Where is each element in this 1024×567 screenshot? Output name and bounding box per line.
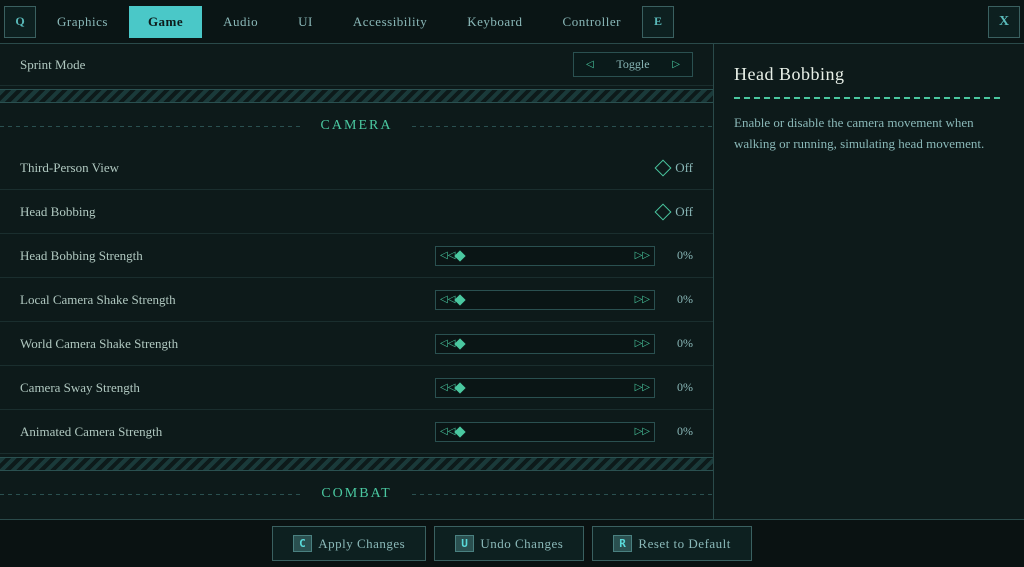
sprint-mode-row: Sprint Mode ◁ Toggle ▷ bbox=[0, 44, 713, 86]
local-camera-shake-value: 0% bbox=[663, 292, 693, 307]
animated-camera-label: Animated Camera Strength bbox=[20, 424, 435, 440]
info-description: Enable or disable the camera movement wh… bbox=[734, 113, 1004, 155]
tab-audio[interactable]: Audio bbox=[204, 6, 277, 38]
tab-game[interactable]: Game bbox=[129, 6, 202, 38]
apply-label: Apply Changes bbox=[318, 536, 405, 552]
toggle-right-arrow: ▷ bbox=[672, 59, 680, 70]
diamond-icon bbox=[655, 159, 672, 176]
slider-thumb-5 bbox=[454, 426, 465, 437]
animated-camera-slider[interactable]: ◁◁ ▷▷ bbox=[435, 422, 655, 442]
diamond-icon-2 bbox=[655, 203, 672, 220]
apply-key: C bbox=[293, 535, 312, 552]
toggle-left-arrow: ◁ bbox=[586, 59, 594, 70]
tab-graphics[interactable]: Graphics bbox=[38, 6, 127, 38]
slider-thumb-2 bbox=[454, 294, 465, 305]
world-camera-shake-control[interactable]: ◁◁ ▷▷ 0% bbox=[435, 334, 693, 354]
tab-controller[interactable]: Controller bbox=[544, 6, 640, 38]
local-camera-shake-row[interactable]: Local Camera Shake Strength ◁◁ ▷▷ 0% bbox=[0, 278, 713, 322]
third-person-view-value: Off bbox=[675, 160, 693, 176]
slider-thumb-3 bbox=[454, 338, 465, 349]
head-bobbing-row[interactable]: Head Bobbing Off bbox=[0, 190, 713, 234]
slider-right-arrows-2: ▷▷ bbox=[635, 294, 650, 305]
local-camera-shake-control[interactable]: ◁◁ ▷▷ 0% bbox=[435, 290, 693, 310]
main-layout: Sprint Mode ◁ Toggle ▷ Camera Third-Pers… bbox=[0, 44, 1024, 519]
local-camera-shake-label: Local Camera Shake Strength bbox=[20, 292, 435, 308]
head-bobbing-strength-label: Head Bobbing Strength bbox=[20, 248, 435, 264]
close-button[interactable]: X bbox=[988, 6, 1020, 38]
animated-camera-row[interactable]: Animated Camera Strength ◁◁ ▷▷ 0% bbox=[0, 410, 713, 454]
undo-key: U bbox=[455, 535, 474, 552]
head-bobbing-strength-control[interactable]: ◁◁ ▷▷ 0% bbox=[435, 246, 693, 266]
slider-right-arrows-3: ▷▷ bbox=[635, 338, 650, 349]
header-line-left bbox=[0, 126, 301, 127]
reset-key: R bbox=[613, 535, 632, 552]
camera-sway-control[interactable]: ◁◁ ▷▷ 0% bbox=[435, 378, 693, 398]
info-panel: Head Bobbing Enable or disable the camer… bbox=[714, 44, 1024, 519]
tab-ui[interactable]: UI bbox=[279, 6, 332, 38]
camera-sway-row[interactable]: Camera Sway Strength ◁◁ ▷▷ 0% bbox=[0, 366, 713, 410]
reset-default-button[interactable]: R Reset to Default bbox=[592, 526, 752, 561]
head-bobbing-value: Off bbox=[675, 204, 693, 220]
bottom-bar: C Apply Changes U Undo Changes R Reset t… bbox=[0, 519, 1024, 567]
world-camera-shake-value: 0% bbox=[663, 336, 693, 351]
top-navigation: Q Graphics Game Audio UI Accessibility K… bbox=[0, 0, 1024, 44]
head-bobbing-strength-slider[interactable]: ◁◁ ▷▷ bbox=[435, 246, 655, 266]
slider-right-arrows: ▷▷ bbox=[635, 250, 650, 261]
world-camera-shake-row[interactable]: World Camera Shake Strength ◁◁ ▷▷ 0% bbox=[0, 322, 713, 366]
tab-accessibility[interactable]: Accessibility bbox=[334, 6, 446, 38]
camera-section-title: Camera bbox=[301, 118, 413, 134]
third-person-view-control[interactable]: Off bbox=[657, 160, 693, 176]
settings-panel[interactable]: Sprint Mode ◁ Toggle ▷ Camera Third-Pers… bbox=[0, 44, 714, 519]
sprint-mode-value: Toggle bbox=[600, 57, 667, 72]
info-title: Head Bobbing bbox=[734, 64, 1004, 85]
camera-sway-label: Camera Sway Strength bbox=[20, 380, 435, 396]
camera-section-header: Camera bbox=[0, 110, 713, 142]
animated-camera-control[interactable]: ◁◁ ▷▷ 0% bbox=[435, 422, 693, 442]
slider-right-arrows-5: ▷▷ bbox=[635, 426, 650, 437]
combat-section-header: Combat bbox=[0, 478, 713, 510]
camera-sway-slider[interactable]: ◁◁ ▷▷ bbox=[435, 378, 655, 398]
auto-activate-row[interactable]: Auto Activate Companion Abilities On bbox=[0, 514, 713, 519]
tab-keyboard[interactable]: Keyboard bbox=[448, 6, 541, 38]
third-person-view-row[interactable]: Third-Person View Off bbox=[0, 146, 713, 190]
slider-right-arrows-4: ▷▷ bbox=[635, 382, 650, 393]
header-line-right bbox=[412, 126, 713, 127]
head-bobbing-strength-row[interactable]: Head Bobbing Strength ◁◁ ▷▷ 0% bbox=[0, 234, 713, 278]
nav-corner-right: E bbox=[642, 6, 674, 38]
sprint-mode-label: Sprint Mode bbox=[20, 57, 573, 73]
reset-label: Reset to Default bbox=[638, 536, 730, 552]
combat-header-line-left bbox=[0, 494, 301, 495]
world-camera-shake-label: World Camera Shake Strength bbox=[20, 336, 435, 352]
info-divider bbox=[734, 97, 1004, 99]
world-camera-shake-slider[interactable]: ◁◁ ▷▷ bbox=[435, 334, 655, 354]
slider-thumb bbox=[454, 250, 465, 261]
divider-before-camera bbox=[0, 86, 713, 106]
undo-label: Undo Changes bbox=[480, 536, 563, 552]
undo-changes-button[interactable]: U Undo Changes bbox=[434, 526, 584, 561]
nav-corner-left: Q bbox=[4, 6, 36, 38]
head-bobbing-control[interactable]: Off bbox=[657, 204, 693, 220]
combat-header-line-right bbox=[412, 494, 713, 495]
camera-sway-value: 0% bbox=[663, 380, 693, 395]
combat-section-title: Combat bbox=[301, 486, 411, 502]
sprint-mode-control[interactable]: ◁ Toggle ▷ bbox=[573, 52, 693, 77]
apply-changes-button[interactable]: C Apply Changes bbox=[272, 526, 426, 561]
head-bobbing-label: Head Bobbing bbox=[20, 204, 657, 220]
divider-before-combat bbox=[0, 454, 713, 474]
local-camera-shake-slider[interactable]: ◁◁ ▷▷ bbox=[435, 290, 655, 310]
slider-thumb-4 bbox=[454, 382, 465, 393]
animated-camera-value: 0% bbox=[663, 424, 693, 439]
head-bobbing-strength-value: 0% bbox=[663, 248, 693, 263]
third-person-view-label: Third-Person View bbox=[20, 160, 657, 176]
